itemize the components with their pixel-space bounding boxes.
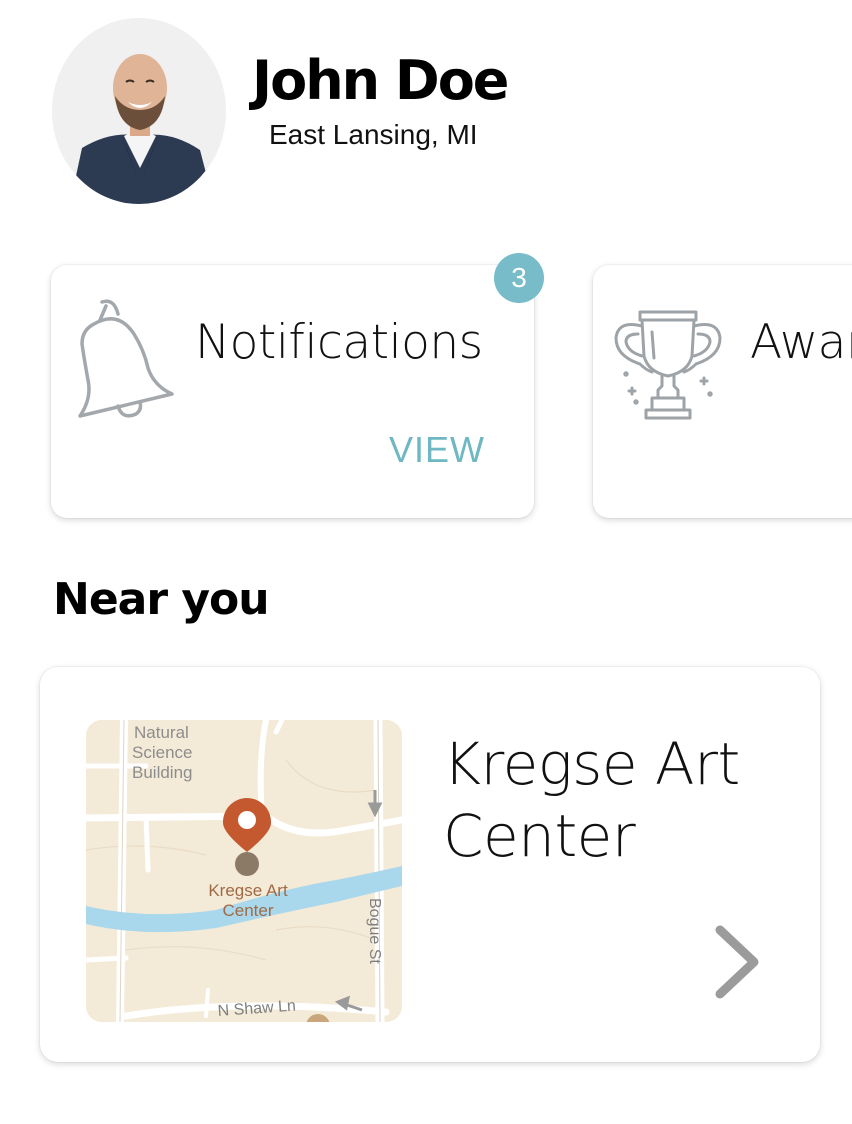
notifications-title: Notifications	[195, 315, 483, 370]
map-label-building-3: Building	[132, 763, 193, 782]
trophy-icon	[614, 310, 722, 420]
user-name: John Doe	[252, 49, 509, 112]
profile-photo	[52, 18, 226, 204]
place-map[interactable]: Natural Science Building Kregse Art Cent…	[86, 720, 402, 1022]
notification-count-badge: 3	[494, 253, 544, 303]
awards-title: Awards	[750, 315, 852, 370]
place-name: Kregse Art Center	[443, 730, 740, 870]
view-notifications-link[interactable]: VIEW	[389, 428, 485, 472]
user-location: East Lansing, MI	[269, 119, 478, 150]
map-label-building-1: Natural	[134, 723, 189, 742]
map-graphic: Natural Science Building Kregse Art Cent…	[86, 720, 402, 1022]
near-you-heading: Near you	[53, 574, 270, 625]
home-screen: John Doe East Lansing, MI Notifications …	[0, 0, 852, 1124]
map-label-street-bogue: Bogue St	[366, 898, 383, 964]
map-label-pin-2: Center	[222, 901, 273, 920]
chevron-right-icon[interactable]	[712, 924, 762, 1000]
avatar[interactable]	[52, 18, 226, 204]
map-label-pin-1: Kregse Art	[208, 881, 288, 900]
bell-icon	[78, 299, 174, 418]
map-label-building-2: Science	[132, 743, 192, 762]
